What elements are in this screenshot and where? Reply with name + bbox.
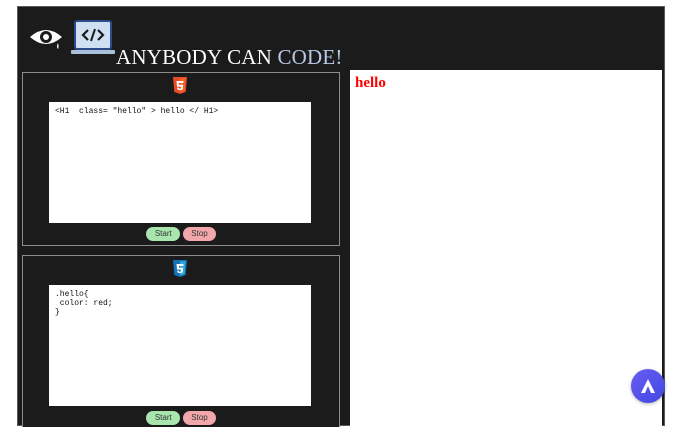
- html-controls: Start Stop: [23, 227, 339, 241]
- html-code-editor[interactable]: <H1 class= "hello" > hello </ H1>: [49, 102, 311, 223]
- preview-heading: hello: [355, 75, 386, 91]
- eye-icon: [30, 30, 62, 49]
- app-window: ANYBODY CAN CODE! <H1 class= "hello" > h…: [17, 6, 665, 427]
- assistant-fab-button[interactable]: [631, 369, 665, 403]
- html5-icon: [173, 77, 187, 94]
- brand-title: ANYBODY CAN CODE!: [116, 45, 343, 69]
- output-preview: hello: [350, 70, 662, 427]
- css3-icon: [173, 260, 187, 277]
- css-stop-button[interactable]: Stop: [183, 411, 216, 425]
- html-editor-panel: <H1 class= "hello" > hello </ H1> Start …: [22, 72, 340, 246]
- assistant-logo-icon: [641, 379, 655, 393]
- html-start-button[interactable]: Start: [146, 227, 181, 241]
- header: ANYBODY CAN CODE!: [18, 7, 664, 73]
- html-stop-button[interactable]: Stop: [183, 227, 216, 241]
- css-start-button[interactable]: Start: [146, 411, 181, 425]
- css-code-editor[interactable]: .hello{ color: red; }: [49, 285, 311, 406]
- laptop-code-icon: [71, 20, 115, 54]
- css-controls: Start Stop: [23, 411, 339, 425]
- brand-accent: CODE!: [277, 45, 343, 69]
- css-editor-panel: .hello{ color: red; } Start Stop: [22, 255, 340, 427]
